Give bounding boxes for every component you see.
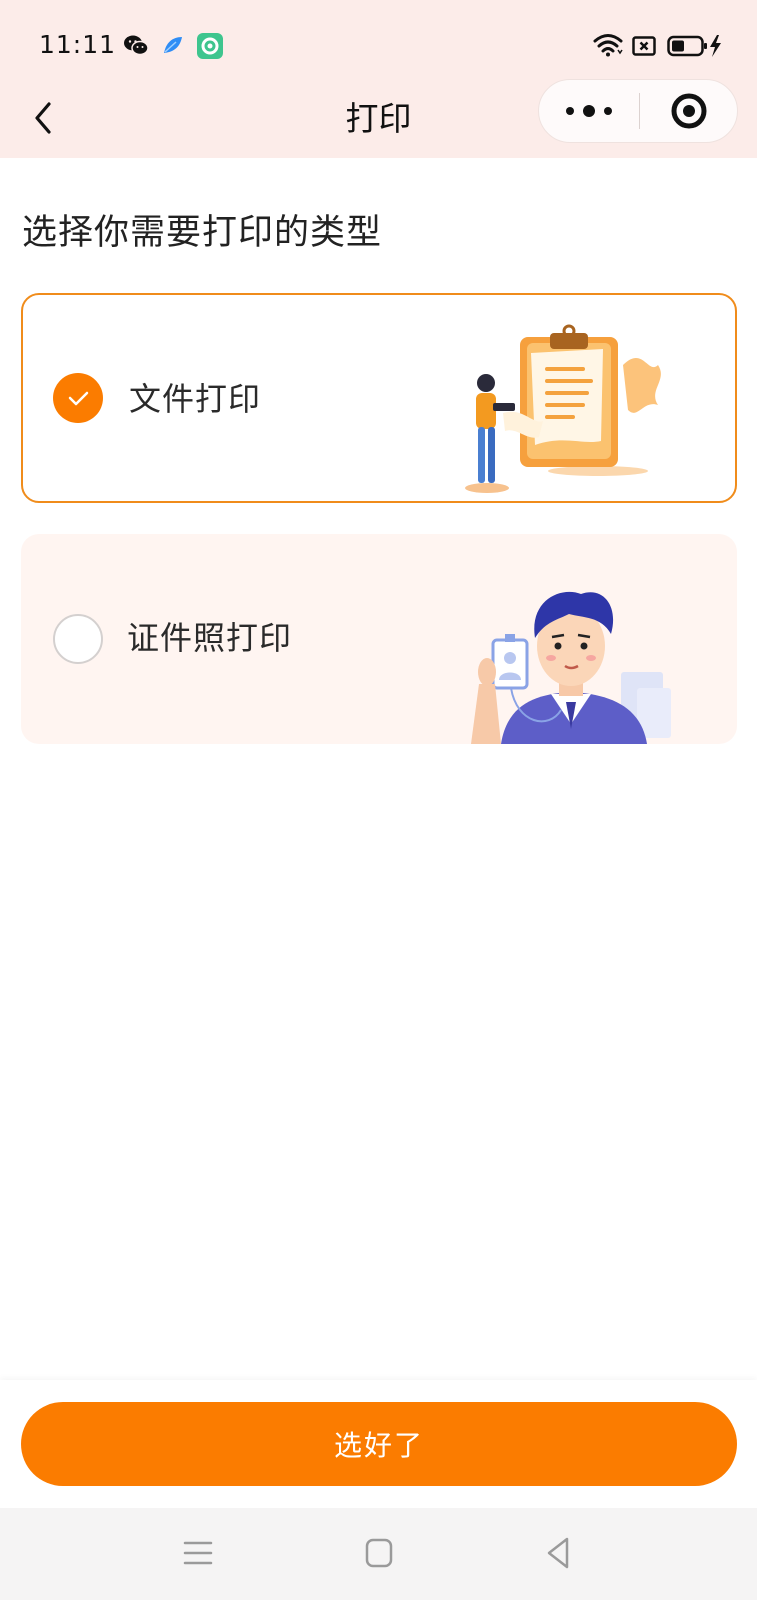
status-bar: 11:11 [0, 0, 757, 78]
more-dots-icon [566, 105, 612, 117]
close-mini-program-button[interactable] [640, 80, 738, 142]
battery-charging-icon [667, 34, 723, 62]
bottom-action-bar: 选好了 [0, 1380, 757, 1508]
back-triangle-icon [547, 1537, 569, 1569]
wechat-icon [123, 34, 149, 60]
wifi-icon [593, 33, 623, 61]
menu-lines-icon [183, 1541, 213, 1565]
id-photo-person-illustration [441, 534, 701, 744]
radio-unchecked[interactable] [53, 614, 103, 664]
home-button[interactable] [359, 1533, 399, 1573]
more-button[interactable] [539, 80, 639, 142]
document-clipboard-illustration [443, 295, 703, 501]
radio-checked[interactable] [53, 373, 103, 423]
mini-program-capsule [538, 79, 738, 143]
option-file-print[interactable]: 文件打印 [21, 293, 737, 503]
home-square-icon [365, 1538, 393, 1568]
option-id-photo-print[interactable]: 证件照打印 [21, 534, 737, 744]
target-close-icon [671, 93, 707, 129]
system-back-button[interactable] [539, 1533, 579, 1573]
system-navigation-bar [0, 1508, 757, 1600]
confirm-button[interactable]: 选好了 [21, 1402, 737, 1486]
sim-card-icon [632, 36, 656, 60]
feather-app-icon [162, 35, 184, 59]
section-heading: 选择你需要打印的类型 [22, 213, 383, 253]
nav-bar: 打印 [0, 78, 757, 158]
option-label: 文件打印 [129, 380, 262, 418]
green-app-icon [197, 33, 223, 63]
check-icon [68, 391, 89, 406]
status-time: 11:11 [39, 30, 117, 59]
recent-apps-button[interactable] [178, 1533, 218, 1573]
option-label: 证件照打印 [127, 619, 293, 657]
